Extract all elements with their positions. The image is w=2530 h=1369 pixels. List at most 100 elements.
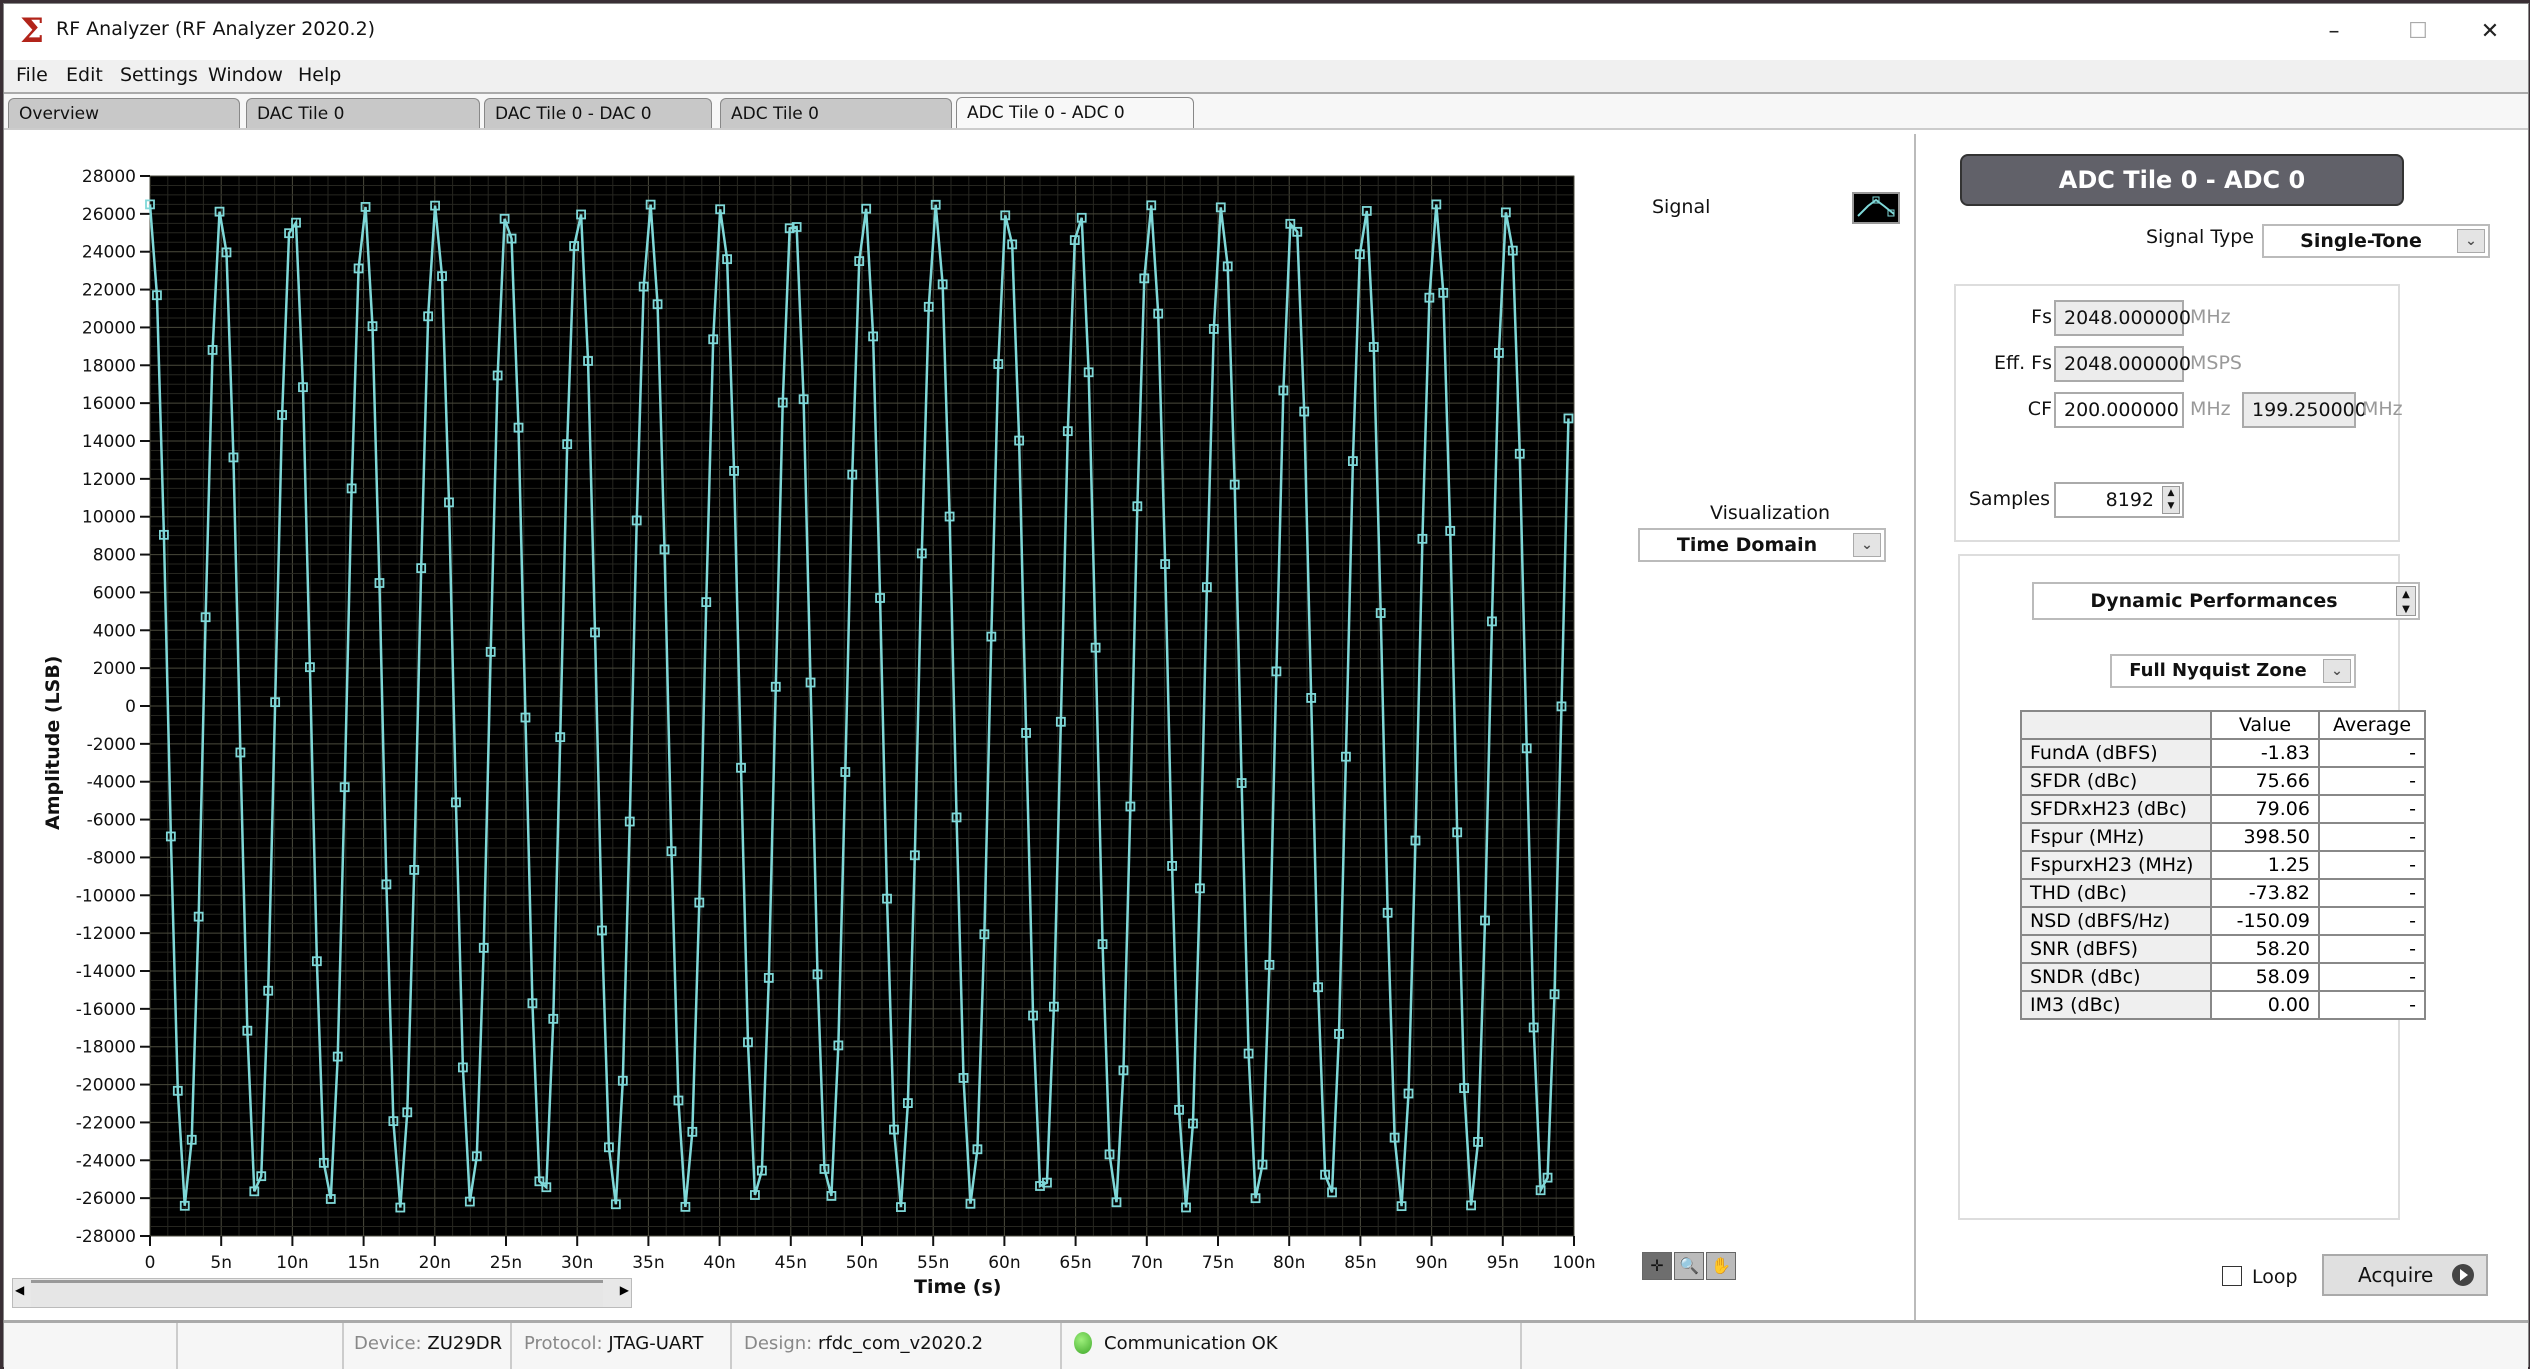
x-tick-label: 60n	[988, 1253, 1020, 1273]
y-tick-label: 12000	[82, 470, 136, 490]
menu-edit[interactable]: Edit	[66, 64, 103, 86]
menu-window[interactable]: Window	[208, 64, 283, 86]
scroll-right-arrow-icon[interactable]: ▶	[620, 1283, 629, 1297]
minimize-button[interactable]: –	[2304, 14, 2364, 50]
spinner-up-down-icon[interactable]: ▲ ▼	[2396, 586, 2416, 616]
design-key: Design:	[744, 1333, 813, 1354]
acquire-button[interactable]: Acquire	[2322, 1254, 2488, 1296]
status-cell-empty-1	[4, 1323, 178, 1369]
x-tick-label: 55n	[917, 1253, 949, 1273]
metric-value: 0.00	[2212, 992, 2318, 1018]
horizontal-scrollbar[interactable]: ◀ ▶	[12, 1278, 632, 1308]
zoom-tool-icon[interactable]: 🔍	[1674, 1252, 1704, 1280]
metric-name: Fspur (MHz)	[2022, 824, 2210, 850]
panel-divider	[1914, 134, 1916, 1320]
samples-input[interactable]: 8192 ▲ ▼	[2054, 482, 2184, 518]
chevron-down-icon[interactable]: ⌄	[1853, 533, 1881, 557]
samples-label: Samples	[1968, 488, 2050, 510]
cf-input[interactable]: 200.000000	[2054, 392, 2184, 428]
checkbox-icon[interactable]	[2222, 1266, 2242, 1286]
close-button[interactable]: ✕	[2460, 14, 2520, 50]
metric-value: 58.09	[2212, 964, 2318, 990]
metric-average: -	[2320, 796, 2424, 822]
y-tick-label: 6000	[93, 583, 136, 603]
metric-name: SNR (dBFS)	[2022, 936, 2210, 962]
tab-dac-tile-0[interactable]: DAC Tile 0	[246, 98, 480, 128]
x-tick-label: 25n	[490, 1253, 522, 1273]
y-tick-label: 14000	[82, 432, 136, 452]
table-row: SNR (dBFS) 58.20-	[2022, 936, 2424, 962]
table-row: SFDR (dBc) 75.66-	[2022, 768, 2424, 794]
cursor-tool-icon[interactable]: ✛	[1642, 1252, 1672, 1280]
signal-legend-swatch-icon[interactable]	[1852, 192, 1900, 224]
y-tick-label: -8000	[87, 848, 136, 868]
cf-unit: MHz	[2190, 398, 2231, 420]
x-tick-label: 45n	[775, 1253, 807, 1273]
visualization-label: Visualization	[1710, 502, 1831, 524]
tab-dac-tile-0-dac-0[interactable]: DAC Tile 0 - DAC 0	[484, 98, 712, 128]
cf-label: CF	[2027, 398, 2052, 420]
y-tick-label: -6000	[87, 811, 136, 831]
menu-file[interactable]: File	[16, 64, 48, 86]
metric-value: -1.83	[2212, 740, 2318, 766]
y-tick-label: 0	[125, 697, 136, 717]
table-row: FspurxH23 (MHz) 1.25-	[2022, 852, 2424, 878]
menu-settings[interactable]: Settings	[120, 64, 198, 86]
menu-help[interactable]: Help	[298, 64, 341, 86]
tab-adc-tile-0-adc-0[interactable]: ADC Tile 0 - ADC 0	[956, 97, 1194, 131]
signal-type-label: Signal Type	[2145, 226, 2254, 248]
table-row: FundA (dBFS) -1.83-	[2022, 740, 2424, 766]
chevron-down-icon[interactable]: ⌄	[2323, 659, 2351, 683]
loop-checkbox[interactable]: Loop	[2222, 1266, 2298, 1288]
x-tick-label: 95n	[1487, 1253, 1519, 1273]
signal-type-select[interactable]: Single-Tone ⌄	[2262, 224, 2490, 258]
tab-strip: Overview DAC Tile 0 DAC Tile 0 - DAC 0 A…	[4, 92, 2528, 131]
x-tick-label: 80n	[1273, 1253, 1305, 1273]
time-domain-chart[interactable]: 2800026000240002200020000180001600014000…	[4, 130, 1604, 1290]
y-tick-label: -10000	[76, 886, 136, 906]
metrics-type-selector[interactable]: Dynamic Performances ▲ ▼	[2032, 582, 2420, 620]
maximize-button[interactable]: ☐	[2388, 14, 2448, 50]
connection-status-led-icon	[1074, 1332, 1092, 1354]
y-tick-label: -16000	[76, 1000, 136, 1020]
x-tick-label: 75n	[1202, 1253, 1234, 1273]
window-title: RF Analyzer (RF Analyzer 2020.2)	[56, 18, 376, 40]
status-design: Design: rfdc_com_v2020.2	[734, 1323, 1062, 1369]
status-connection: Communication OK	[1064, 1323, 1522, 1369]
metric-name: THD (dBc)	[2022, 880, 2210, 906]
play-icon	[2452, 1264, 2474, 1286]
y-tick-label: 16000	[82, 394, 136, 414]
y-tick-label: -22000	[76, 1113, 136, 1133]
scroll-thumb[interactable]	[31, 1280, 603, 1307]
x-tick-label: 40n	[703, 1253, 735, 1273]
chevron-down-icon[interactable]: ⌄	[2457, 229, 2485, 253]
nyquist-zone-value: Full Nyquist Zone	[2129, 660, 2307, 681]
table-header-row: Value Average	[2022, 712, 2424, 738]
y-tick-label: 10000	[82, 508, 136, 528]
x-tick-label: 10n	[276, 1253, 308, 1273]
fs-unit: MHz	[2190, 306, 2231, 328]
tab-adc-tile-0[interactable]: ADC Tile 0	[720, 98, 952, 128]
table-row: IM3 (dBc) 0.00-	[2022, 992, 2424, 1018]
metric-average: -	[2320, 992, 2424, 1018]
visualization-select[interactable]: Time Domain ⌄	[1638, 528, 1886, 562]
app-window: Σ RF Analyzer (RF Analyzer 2020.2) – ☐ ✕…	[3, 3, 2529, 1369]
metric-average: -	[2320, 936, 2424, 962]
tab-overview[interactable]: Overview	[8, 98, 240, 128]
spinner-up-down-icon[interactable]: ▲ ▼	[2162, 486, 2180, 514]
metrics-table: Value Average FundA (dBFS) -1.83- SFDR (dB…	[2020, 710, 2426, 1020]
x-tick-label: 50n	[846, 1253, 878, 1273]
metric-name: FundA (dBFS)	[2022, 740, 2210, 766]
x-tick-label: 0	[145, 1253, 156, 1273]
y-tick-label: -2000	[87, 735, 136, 755]
pan-hand-tool-icon[interactable]: ✋	[1706, 1252, 1736, 1280]
eff-fs-field: 2048.000000	[2054, 346, 2191, 382]
status-bar: Device: ZU29DR Protocol: JTAG-UART Desig…	[4, 1320, 2528, 1369]
status-device: Device: ZU29DR	[344, 1323, 512, 1369]
nyquist-zone-select[interactable]: Full Nyquist Zone ⌄	[2110, 654, 2356, 688]
protocol-key: Protocol:	[524, 1333, 603, 1354]
y-tick-label: 22000	[82, 281, 136, 301]
metric-average: -	[2320, 824, 2424, 850]
status-protocol: Protocol: JTAG-UART	[514, 1323, 732, 1369]
scroll-left-arrow-icon[interactable]: ◀	[15, 1283, 24, 1297]
